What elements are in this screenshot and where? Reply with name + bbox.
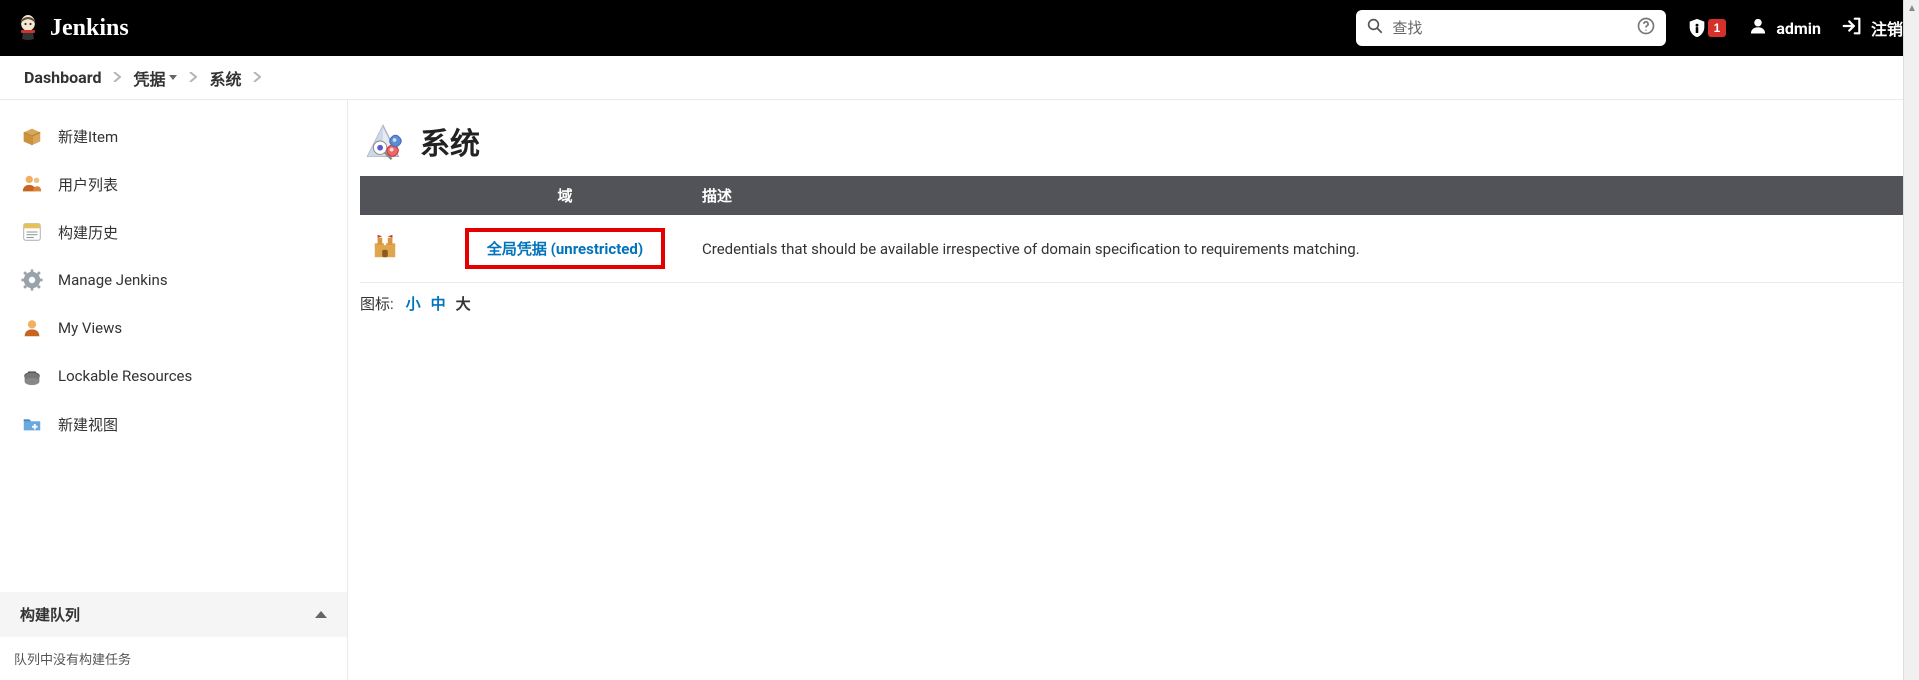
sidebar-item-label: 新建视图 (58, 414, 118, 435)
sidebar-item-label: 新建Item (58, 126, 118, 147)
search-input[interactable] (1392, 20, 1628, 37)
shield-icon (1686, 17, 1708, 39)
user-link[interactable]: admin (1748, 16, 1821, 40)
castle-icon (372, 246, 398, 264)
jenkins-logo-icon (16, 16, 40, 40)
build-queue-body: 队列中没有构建任务 (0, 637, 347, 680)
caret-down-icon (169, 75, 177, 80)
chevron-right-icon (253, 70, 261, 86)
lock-icon (20, 364, 44, 388)
col-description[interactable]: 描述 (690, 176, 1907, 215)
notification-count-badge: 1 (1708, 18, 1728, 38)
table-row: 全局凭据 (unrestricted) Credentials that sho… (360, 215, 1907, 283)
table-header: 域 描述 (360, 176, 1907, 215)
icon-size-large[interactable]: 大 (452, 293, 475, 314)
chevron-right-icon (189, 70, 197, 86)
person-icon (20, 316, 44, 340)
gear-icon (20, 268, 44, 292)
alerts-badge[interactable]: 1 (1686, 17, 1728, 39)
col-domain[interactable]: 域 (440, 176, 690, 215)
icon-size-small[interactable]: 小 (402, 293, 425, 314)
page-title-row: 系统 (360, 118, 1907, 164)
scroll-up-icon[interactable]: ▲ (1904, 0, 1919, 16)
build-queue-section: 构建队列 队列中没有构建任务 (0, 592, 347, 680)
crumb-credentials-label: 凭据 (133, 66, 165, 90)
top-header: Jenkins (0, 0, 1919, 56)
sidebar-item-manage-jenkins[interactable]: Manage Jenkins (0, 256, 347, 304)
sidebar-item-label: 用户列表 (58, 174, 118, 195)
logo[interactable]: Jenkins (16, 15, 129, 42)
logout-label: 注销 (1871, 16, 1903, 40)
build-queue-title: 构建队列 (20, 604, 80, 625)
row-description-cell: Credentials that should be available irr… (690, 215, 1907, 283)
search-box[interactable] (1356, 10, 1666, 46)
sidebar-item-build-history[interactable]: 构建历史 (0, 208, 347, 256)
sidebar-item-new-item[interactable]: 新建Item (0, 112, 347, 160)
logo-text: Jenkins (50, 15, 129, 42)
header-right: 1 admin 注销 (1356, 10, 1903, 46)
crumb-credentials[interactable]: 凭据 (133, 66, 177, 90)
page-title: 系统 (420, 119, 480, 163)
logout-icon (1841, 15, 1863, 41)
row-icon-cell (360, 215, 440, 283)
credentials-table: 域 描述 (360, 176, 1907, 283)
icon-size-selector: 图标: 小 中 大 (360, 293, 1907, 314)
icon-size-label: 图标: (360, 293, 394, 314)
history-icon (20, 220, 44, 244)
breadcrumb: Dashboard 凭据 系统 (0, 56, 1919, 100)
crumb-dashboard[interactable]: Dashboard (24, 68, 101, 87)
crumb-system[interactable]: 系统 (209, 66, 241, 90)
logout-link[interactable]: 注销 (1841, 15, 1903, 41)
user-icon (1748, 16, 1768, 40)
folder-plus-icon (20, 412, 44, 436)
sidebar-item-label: My Views (58, 319, 122, 337)
body: 新建Item 用户列表 (0, 100, 1919, 680)
sidebar-item-new-view[interactable]: 新建视图 (0, 400, 347, 448)
svg-text:1: 1 (1714, 21, 1721, 35)
box-icon (20, 124, 44, 148)
highlighted-link-box: 全局凭据 (unrestricted) (465, 228, 665, 269)
sidebar-item-label: 构建历史 (58, 222, 118, 243)
search-icon (1366, 17, 1384, 39)
sidebar-item-users[interactable]: 用户列表 (0, 160, 347, 208)
row-domain-cell: 全局凭据 (unrestricted) (440, 215, 690, 283)
main-content: 系统 域 描述 (348, 100, 1919, 680)
sidebar: 新建Item 用户列表 (0, 100, 348, 680)
col-icon[interactable] (360, 176, 440, 215)
sidebar-item-label: Manage Jenkins (58, 271, 168, 289)
scrollbar[interactable]: ▲ (1903, 0, 1919, 680)
users-icon (20, 172, 44, 196)
sidebar-item-label: Lockable Resources (58, 367, 192, 385)
chevron-up-icon (315, 611, 327, 618)
global-credentials-link[interactable]: 全局凭据 (unrestricted) (487, 238, 643, 259)
sidebar-item-my-views[interactable]: My Views (0, 304, 347, 352)
build-queue-header[interactable]: 构建队列 (0, 592, 347, 637)
sidebar-items: 新建Item 用户列表 (0, 112, 347, 448)
system-store-icon (360, 118, 406, 164)
user-name: admin (1776, 19, 1821, 38)
help-icon[interactable] (1636, 16, 1656, 40)
chevron-right-icon (113, 70, 121, 86)
sidebar-item-lockable-resources[interactable]: Lockable Resources (0, 352, 347, 400)
icon-size-medium[interactable]: 中 (427, 293, 450, 314)
